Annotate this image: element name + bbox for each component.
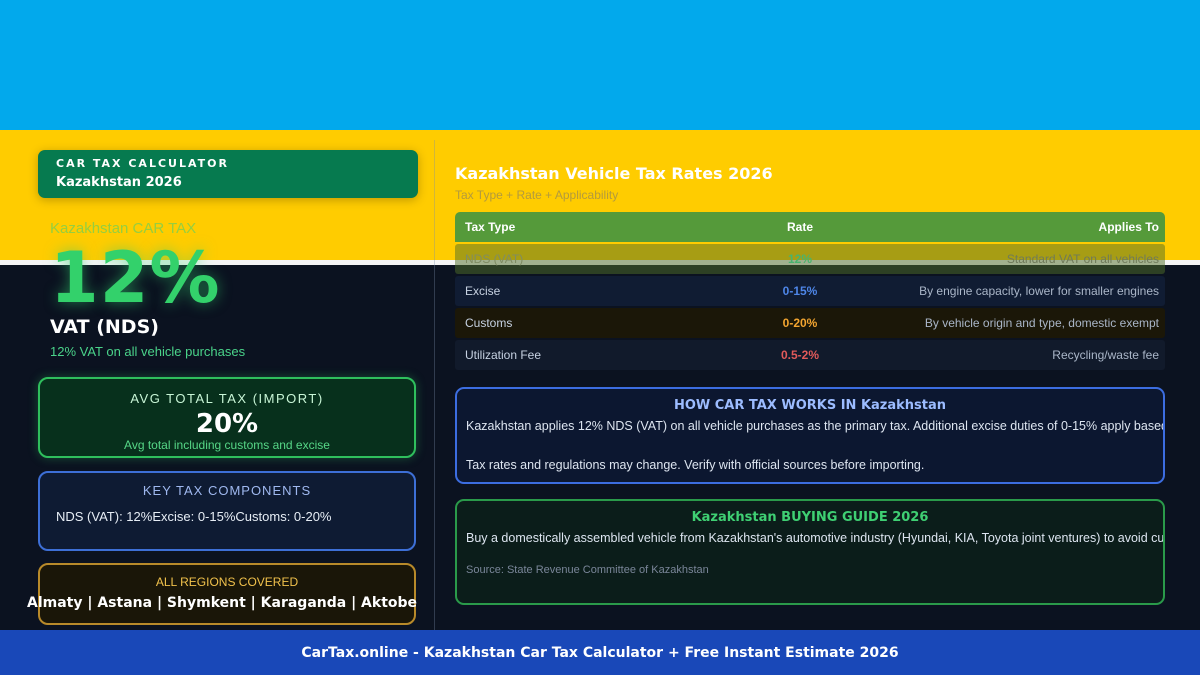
footer-text: CarTax.online - Kazakhstan Car Tax Calcu… — [301, 644, 899, 661]
tax-type-cell: Customs — [465, 316, 513, 330]
regions-box: ALL REGIONS COVERED — [38, 563, 416, 625]
key-tax-components-box: KEY TAX COMPONENTS NDS (VAT): 12%Excise:… — [38, 471, 416, 551]
applies-to-cell: By engine capacity, lower for smaller en… — [919, 284, 1159, 298]
rate-cell: 12% — [787, 252, 813, 266]
avg-total-tax-value: 20% — [195, 409, 259, 439]
footer-banner: CarTax.online - Kazakhstan Car Tax Calcu… — [0, 630, 1200, 675]
rates-subtitle: Tax Type + Rate + Applicability — [455, 188, 619, 202]
regions-title: ALL REGIONS COVERED — [155, 575, 299, 589]
regions-list: Almaty | Astana | Shymkent | Karaganda |… — [27, 595, 418, 611]
applies-to-cell: Standard VAT on all vehicles — [1006, 252, 1159, 266]
column-header-rate: Rate — [786, 220, 813, 234]
tax-type-cell: NDS (VAT) — [465, 252, 524, 266]
buying-guide-source: Source: State Revenue Committee of Kazak… — [466, 564, 709, 576]
buying-guide-panel: Kazakhstan BUYING GUIDE 2026 Buy a domes… — [455, 499, 1165, 605]
avg-total-tax-title: AVG TOTAL TAX (IMPORT) — [130, 391, 324, 406]
buying-guide-title: Kazakhstan BUYING GUIDE 2026 — [691, 510, 929, 525]
how-car-tax-works-title: HOW CAR TAX WORKS IN Kazakhstan — [673, 398, 947, 413]
table-header-row: Tax Type Rate Applies To — [455, 212, 1165, 242]
brand-subtitle: CAR TAX CALCULATOR — [56, 157, 229, 170]
hero-tax-value: 12% — [50, 237, 221, 319]
table-row: Customs 0-20% By vehicle origin and type… — [455, 308, 1165, 338]
rates-table: Tax Type Rate Applies To NDS (VAT) 12% S… — [455, 212, 1165, 372]
how-car-tax-works-disclaimer: Tax rates and regulations may change. Ve… — [466, 458, 925, 472]
key-tax-components-title: KEY TAX COMPONENTS — [142, 483, 312, 498]
how-car-tax-works-text: Kazakhstan applies 12% NDS (VAT) on all … — [466, 419, 1165, 433]
column-divider — [434, 140, 435, 630]
brand-title: Kazakhstan 2026 — [56, 175, 182, 190]
column-header-applies-to: Applies To — [1098, 220, 1159, 234]
hero-description: 12% VAT on all vehicle purchases — [50, 344, 246, 359]
table-row: Utilization Fee 0.5-2% Recycling/waste f… — [455, 340, 1165, 370]
flag-blue-band — [0, 0, 1200, 130]
rate-cell: 0-15% — [782, 284, 818, 298]
tax-type-cell: Utilization Fee — [465, 348, 542, 362]
hero-tax-name: VAT (NDS) — [50, 316, 159, 338]
tax-type-cell: Excise — [465, 284, 501, 298]
brand-card: CAR TAX CALCULATOR Kazakhstan 2026 — [38, 150, 418, 198]
column-header-tax-type: Tax Type — [465, 220, 516, 234]
buying-guide-text: Buy a domestically assembled vehicle fro… — [466, 531, 1165, 545]
table-row: NDS (VAT) 12% Standard VAT on all vehicl… — [455, 244, 1165, 274]
hero-label: Kazakhstan CAR TAX — [50, 220, 197, 237]
table-row: Excise 0-15% By engine capacity, lower f… — [455, 276, 1165, 306]
applies-to-cell: By vehicle origin and type, domestic exe… — [924, 316, 1159, 330]
rate-cell: 0.5-2% — [780, 348, 820, 362]
avg-total-tax-subtitle: Avg total including customs and excise — [124, 438, 330, 452]
key-tax-components-content: NDS (VAT): 12%Excise: 0-15%Customs: 0-20… — [56, 509, 332, 524]
avg-total-tax-box: AVG TOTAL TAX (IMPORT) 20% Avg total inc… — [38, 377, 416, 458]
rates-title: Kazakhstan Vehicle Tax Rates 2026 — [455, 164, 773, 183]
how-car-tax-works-panel: HOW CAR TAX WORKS IN Kazakhstan Kazakhst… — [455, 387, 1165, 484]
rate-cell: 0-20% — [782, 316, 818, 330]
applies-to-cell: Recycling/waste fee — [1052, 348, 1159, 362]
